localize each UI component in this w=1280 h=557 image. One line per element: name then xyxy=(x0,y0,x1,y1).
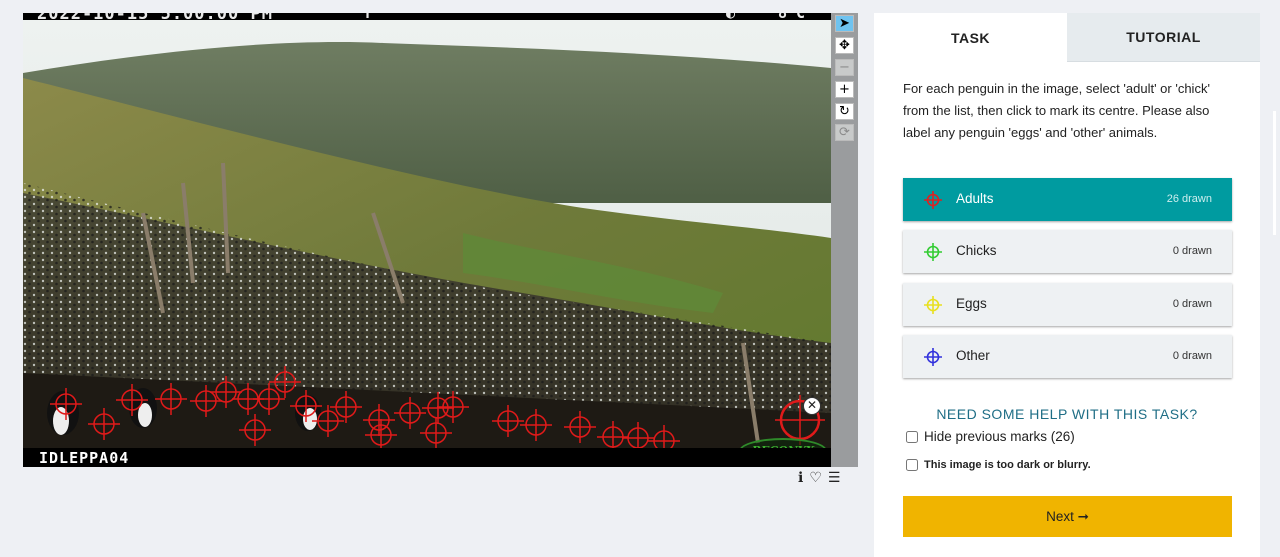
hide-marks-checkbox[interactable] xyxy=(906,430,918,443)
image-tools-column: ➤ ✥ − + ↻ ⟳ xyxy=(831,13,858,467)
choice-label: Eggs xyxy=(956,296,987,311)
choice-label: Chicks xyxy=(956,243,997,258)
task-instructions: For each penguin in the image, select 'a… xyxy=(903,81,1210,140)
choice-label: Adults xyxy=(956,191,994,206)
penguin-colony-photo[interactable] xyxy=(23,13,831,467)
crosshair-icon xyxy=(924,296,942,314)
zoom-out-icon[interactable]: − xyxy=(835,59,854,76)
reset-view-icon[interactable]: ⟳ xyxy=(835,124,854,141)
favorite-heart-icon[interactable]: ♡ xyxy=(809,470,822,486)
tab-tutorial[interactable]: TUTORIAL xyxy=(1067,13,1260,62)
hide-marks-label: Hide previous marks (26) xyxy=(924,429,1075,444)
choice-count: 26 drawn xyxy=(1166,193,1212,205)
camera-label: IDLEPPA04 xyxy=(39,449,130,467)
moon-phase-icon: ◐ xyxy=(726,13,736,22)
dark-blurry-label: This image is too dark or blurry. xyxy=(924,459,1091,471)
choice-count: 0 drawn xyxy=(1172,350,1212,362)
marker-symbol: T xyxy=(363,13,373,22)
next-button[interactable]: Next ➞ xyxy=(903,496,1232,537)
collections-list-icon[interactable]: ☰ xyxy=(828,470,841,486)
help-link[interactable]: NEED SOME HELP WITH THIS TASK? xyxy=(874,406,1260,422)
task-tabs: TASK TUTORIAL xyxy=(874,13,1260,62)
choice-adults[interactable]: Adults 26 drawn xyxy=(903,178,1232,221)
move-tool-icon[interactable]: ✥ xyxy=(835,37,854,54)
pointer-tool-icon[interactable]: ➤ xyxy=(835,15,854,32)
rotate-icon[interactable]: ↻ xyxy=(835,103,854,120)
info-icon[interactable]: ℹ xyxy=(798,470,803,486)
timestamp-text: 2022-10-15 5:00:00 PM xyxy=(37,13,273,24)
camera-info-bar: IDLEPPA04 xyxy=(23,448,831,467)
choice-eggs[interactable]: Eggs 0 drawn xyxy=(903,283,1232,326)
choice-count: 0 drawn xyxy=(1172,298,1212,310)
subject-image-viewer[interactable]: 2022-10-15 5:00:00 PM T ◐ 8°C ✕ RECONYX … xyxy=(23,13,831,467)
crosshair-icon xyxy=(924,191,942,209)
zoom-in-icon[interactable]: + xyxy=(835,81,854,98)
temperature-text: 8°C xyxy=(778,13,806,22)
dark-blurry-option[interactable]: This image is too dark or blurry. xyxy=(906,459,1091,471)
choice-label: Other xyxy=(956,348,990,363)
choice-count: 0 drawn xyxy=(1172,245,1212,257)
choice-chicks[interactable]: Chicks 0 drawn xyxy=(903,230,1232,273)
dark-blurry-checkbox[interactable] xyxy=(906,459,918,471)
crosshair-icon xyxy=(924,348,942,366)
image-timestamp-bar: 2022-10-15 5:00:00 PM T ◐ 8°C xyxy=(23,13,831,24)
task-panel: TASK TUTORIAL For each penguin in the im… xyxy=(874,13,1260,557)
choice-other[interactable]: Other 0 drawn xyxy=(903,335,1232,378)
side-divider xyxy=(1273,111,1276,235)
tab-task[interactable]: TASK xyxy=(874,13,1067,62)
subject-meta-icons: ℹ ♡ ☰ xyxy=(798,470,840,486)
crosshair-icon xyxy=(924,243,942,261)
hide-marks-option[interactable]: Hide previous marks (26) xyxy=(906,429,1075,444)
delete-mark-icon[interactable]: ✕ xyxy=(803,397,821,415)
